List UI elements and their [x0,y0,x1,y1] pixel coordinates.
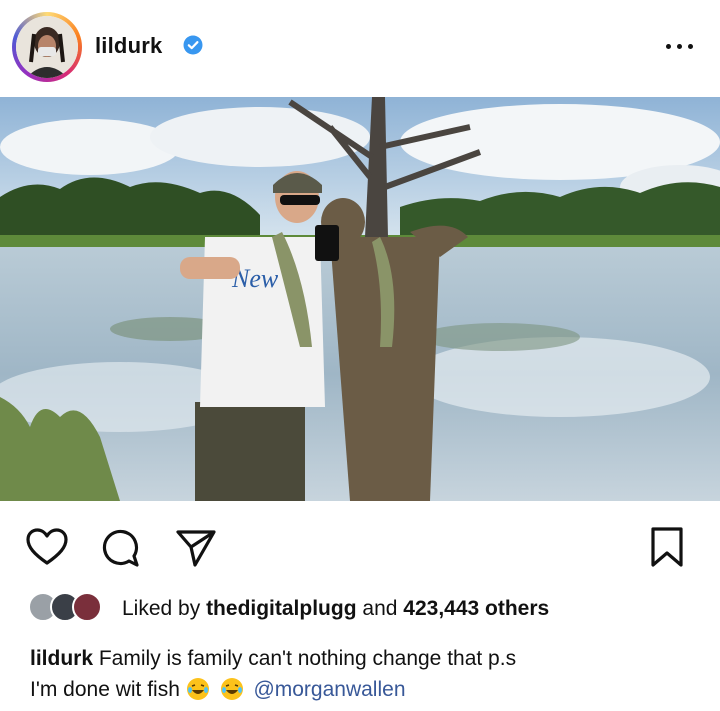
action-bar [0,520,720,570]
heart-icon[interactable] [26,528,68,566]
post-caption: lildurk Family is family can't nothing c… [30,643,700,705]
likes-count[interactable]: 423,443 others [403,597,549,620]
likes-row: Liked by thedigitalplugg and 423,443 oth… [28,592,708,624]
caption-text-line2: I'm done wit fish [30,678,180,701]
caption-username[interactable]: lildurk [30,647,93,670]
likes-prefix: Liked by [122,597,201,620]
likes-summary: Liked by thedigitalplugg and 423,443 oth… [122,597,549,621]
liker-username[interactable]: thedigitalplugg [206,597,356,620]
post-image[interactable]: New [0,97,720,501]
more-horizontal-icon[interactable] [664,36,696,56]
verified-badge-icon [183,35,203,55]
send-icon[interactable] [175,528,217,568]
bookmark-icon[interactable] [650,526,684,568]
tears-of-joy-emoji-icon [186,678,220,701]
tears-of-joy-emoji-icon [220,678,254,701]
post-username[interactable]: lildurk [95,33,162,59]
avatar[interactable] [72,592,102,622]
caption-text-line1: Family is family can't nothing change th… [98,647,517,670]
avatar[interactable] [16,16,78,78]
likes-and: and [362,597,398,620]
caption-mention[interactable]: @morganwallen [253,678,405,701]
comment-icon[interactable] [101,528,141,568]
post-header: lildurk [0,0,720,96]
story-ring[interactable] [12,12,82,82]
